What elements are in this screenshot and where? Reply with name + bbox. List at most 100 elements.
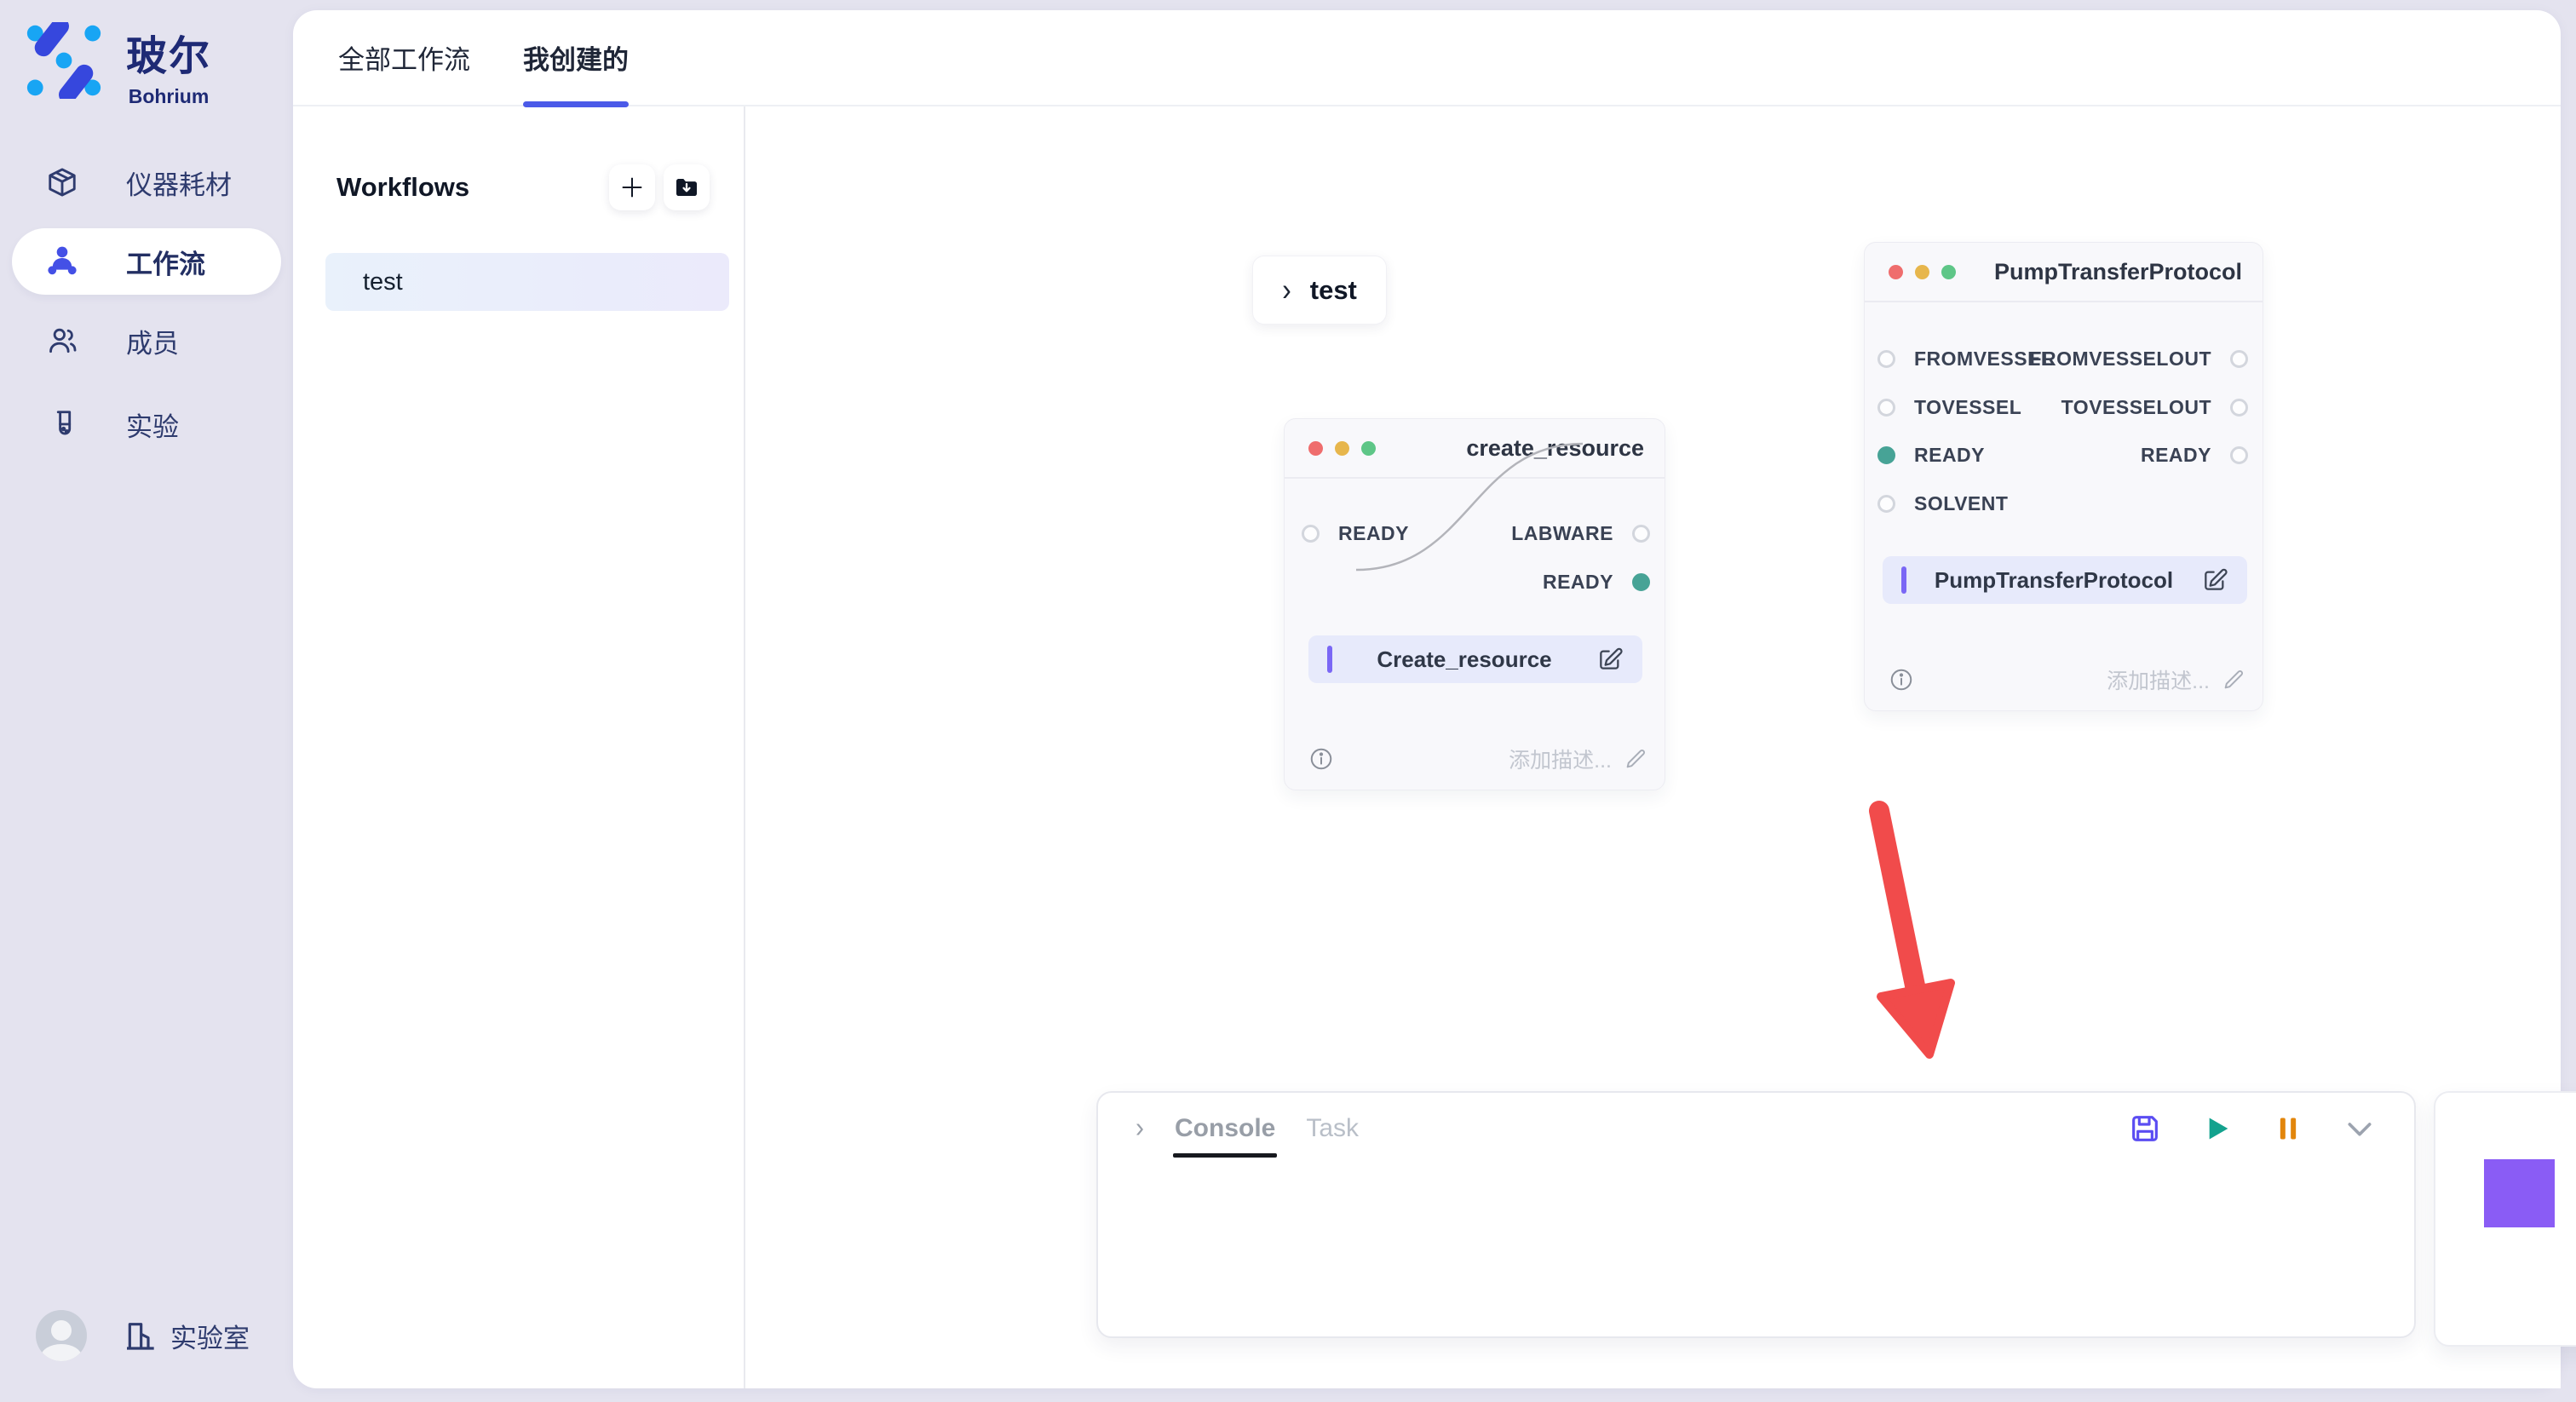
node-header: PumpTransferProtocol	[1865, 243, 2263, 302]
brand-logo: 玻尔 Bohrium	[26, 22, 211, 108]
port-label: READY	[1543, 571, 1613, 594]
sidebar-item-label: 成员	[126, 322, 179, 360]
port-label: READY	[2141, 444, 2211, 467]
port-dot-icon[interactable]	[2230, 350, 2248, 368]
edit-icon[interactable]	[2201, 566, 2228, 594]
console-panel: › Console Task	[1096, 1091, 2416, 1338]
description-placeholder[interactable]: 添加描述...	[1509, 744, 1612, 774]
brand-name-zh: 玻尔	[126, 22, 211, 82]
port-label: FROMVESSELOUT	[2029, 348, 2211, 371]
pill-label: Create_resource	[1332, 646, 1596, 673]
input-port-ready[interactable]: READY	[1302, 522, 1409, 545]
sidebar-item-consumables[interactable]: 仪器耗材	[0, 145, 293, 220]
port-dot-icon[interactable]	[1877, 350, 1895, 368]
workflow-icon	[46, 245, 78, 278]
chevron-right-icon: ›	[1282, 272, 1291, 308]
minimap[interactable]	[2434, 1091, 2576, 1347]
workflow-list-panel: Workflows test	[293, 106, 745, 1388]
dot-green-icon	[1361, 441, 1376, 456]
node-header: create_resource	[1285, 419, 1665, 479]
sidebar-footer: 实验室	[36, 1310, 250, 1361]
output-port-tovesselout[interactable]: TOVESSELOUT	[2061, 396, 2248, 419]
workflow-tabs: 全部工作流 我创建的	[293, 10, 2561, 106]
input-port-ready[interactable]: READY	[1877, 444, 1985, 467]
workflow-canvas[interactable]: › test 美化	[747, 106, 2561, 1388]
sidebar: 玻尔 Bohrium 仪器耗材 工作流 成员	[0, 0, 293, 1402]
output-port-ready[interactable]: READY	[1543, 571, 1650, 594]
port-label: SOLVENT	[1914, 492, 2008, 515]
main-panel: 全部工作流 我创建的 Workflows test	[293, 10, 2561, 1388]
dot-red-icon	[1308, 441, 1323, 456]
output-port-fromvesselout[interactable]: FROMVESSELOUT	[2029, 348, 2248, 371]
task-tab-label: Task	[1306, 1114, 1359, 1143]
run-icon[interactable]	[2199, 1112, 2234, 1146]
save-icon[interactable]	[2128, 1112, 2162, 1146]
node-title: create_resource	[1466, 435, 1644, 462]
user-avatar[interactable]	[36, 1310, 87, 1361]
breadcrumb-label: test	[1310, 275, 1357, 306]
node-pill-create-resource[interactable]: Create_resource	[1308, 635, 1642, 683]
port-dot-connected-icon[interactable]	[1632, 573, 1650, 591]
description-placeholder[interactable]: 添加描述...	[2107, 664, 2210, 695]
import-folder-button[interactable]	[664, 164, 710, 210]
breadcrumb[interactable]: › test	[1252, 256, 1387, 325]
node-pump-transfer-protocol[interactable]: PumpTransferProtocol FROMVESSEL TOVESSEL…	[1864, 242, 2263, 711]
input-port-solvent[interactable]: SOLVENT	[1877, 492, 2008, 515]
test-tube-icon	[46, 408, 78, 440]
tab-my-created[interactable]: 我创建的	[523, 10, 629, 105]
workflows-title: Workflows	[336, 172, 469, 203]
lab-label: 实验室	[170, 1317, 250, 1355]
info-icon[interactable]	[1308, 746, 1334, 772]
plus-icon	[619, 175, 645, 200]
lab-switcher[interactable]: 实验室	[123, 1317, 250, 1355]
minimap-node-rect	[2484, 1159, 2555, 1227]
port-label: LABWARE	[1511, 522, 1613, 545]
building-icon	[123, 1319, 157, 1353]
info-icon[interactable]	[1889, 667, 1914, 692]
output-port-labware[interactable]: LABWARE	[1511, 522, 1650, 545]
node-pill-pump-transfer[interactable]: PumpTransferProtocol	[1883, 556, 2247, 604]
port-dot-icon[interactable]	[1877, 495, 1895, 513]
port-dot-icon[interactable]	[2230, 399, 2248, 417]
output-port-ready[interactable]: READY	[2141, 444, 2248, 467]
port-label: READY	[1338, 522, 1409, 545]
port-dot-icon[interactable]	[2230, 446, 2248, 464]
input-port-fromvessel[interactable]: FROMVESSEL	[1877, 348, 2053, 371]
traffic-light-dots	[1889, 265, 1956, 279]
node-create-resource[interactable]: create_resource READY LABWARE READY Crea…	[1284, 418, 1665, 790]
pencil-icon[interactable]	[2222, 668, 2245, 692]
bohrium-logo-icon	[26, 22, 102, 99]
sidebar-item-workflow[interactable]: 工作流	[12, 228, 281, 295]
port-dot-connected-icon[interactable]	[1877, 446, 1895, 464]
console-tab-label: Console	[1175, 1114, 1275, 1143]
pill-label: PumpTransferProtocol	[1906, 567, 2201, 594]
chevron-down-icon[interactable]	[2343, 1112, 2377, 1146]
console-tab[interactable]: Console	[1175, 1093, 1275, 1164]
pause-icon[interactable]	[2271, 1112, 2305, 1146]
sidebar-item-experiments[interactable]: 实验	[0, 387, 293, 462]
sidebar-menu: 仪器耗材 工作流 成员 实验	[0, 145, 293, 462]
port-label: READY	[1914, 444, 1985, 467]
port-dot-icon[interactable]	[1632, 525, 1650, 543]
workflow-list-item[interactable]: test	[325, 253, 729, 311]
port-dot-icon[interactable]	[1302, 525, 1320, 543]
tab-label: 我创建的	[523, 38, 629, 77]
dot-red-icon	[1889, 265, 1903, 279]
sidebar-item-members[interactable]: 成员	[0, 303, 293, 378]
members-icon	[46, 325, 78, 357]
add-workflow-button[interactable]	[609, 164, 655, 210]
input-port-tovessel[interactable]: TOVESSEL	[1877, 396, 2021, 419]
tab-all-workflows[interactable]: 全部工作流	[338, 10, 470, 105]
brand-name-en: Bohrium	[129, 85, 210, 108]
port-label: TOVESSEL	[1914, 396, 2021, 419]
task-tab[interactable]: Task	[1306, 1093, 1359, 1164]
pencil-icon[interactable]	[1624, 747, 1647, 771]
console-expand-icon[interactable]: ›	[1136, 1112, 1144, 1144]
traffic-light-dots	[1308, 441, 1376, 456]
sidebar-item-label: 仪器耗材	[126, 164, 232, 202]
package-icon	[46, 166, 78, 198]
sidebar-item-label: 实验	[126, 405, 179, 444]
edit-icon[interactable]	[1596, 646, 1624, 673]
node-footer: 添加描述...	[1308, 744, 1647, 774]
port-dot-icon[interactable]	[1877, 399, 1895, 417]
